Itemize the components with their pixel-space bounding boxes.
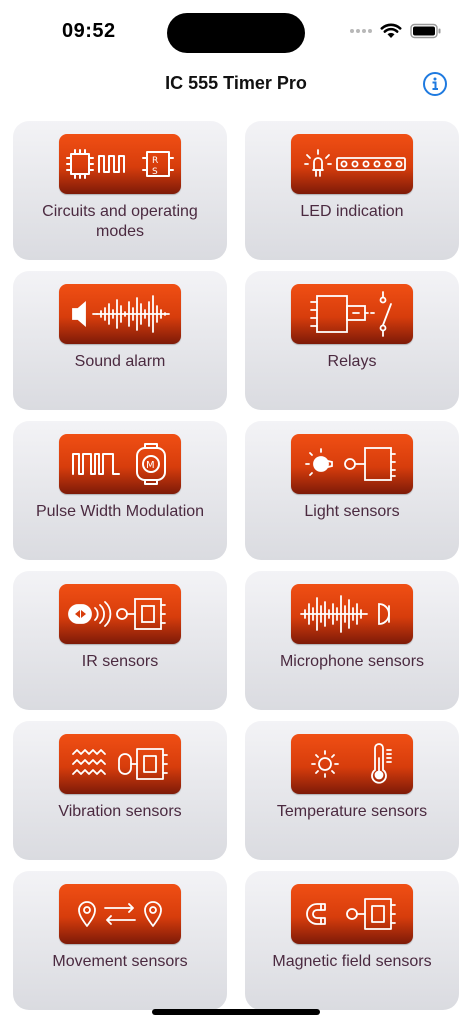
tile-pulse-width-modulation[interactable]: M Pulse Width Modulation <box>13 421 227 560</box>
tile-ir-sensors[interactable]: IR sensors <box>13 571 227 710</box>
tile-movement-sensors[interactable]: Movement sensors <box>13 871 227 1010</box>
speaker-wave-icon <box>59 284 181 344</box>
signal-dots-icon <box>350 29 372 33</box>
tile-label: IR sensors <box>81 653 159 670</box>
tile-label: Magnetic field sensors <box>272 953 432 970</box>
tile-label: Vibration sensors <box>58 803 182 820</box>
tile-label: Microphone sensors <box>279 653 425 670</box>
tile-label: Movement sensors <box>52 953 188 970</box>
movement-sensor-icon <box>59 884 181 944</box>
ir-sensor-icon <box>59 584 181 644</box>
tile-sound-alarm[interactable]: Sound alarm <box>13 271 227 410</box>
tile-label: Temperature sensors <box>276 803 428 820</box>
nav-bar: IC 555 Timer Pro <box>0 60 472 108</box>
tile-label: Relays <box>327 353 377 370</box>
tile-light-sensors[interactable]: Light sensors <box>245 421 459 560</box>
info-circle-icon[interactable] <box>422 71 448 97</box>
led-strip-icon <box>291 134 413 194</box>
battery-icon <box>410 23 441 39</box>
tile-vibration-sensors[interactable]: Vibration sensors <box>13 721 227 860</box>
tile-relays[interactable]: Relays <box>245 271 459 410</box>
microphone-sensor-icon <box>291 584 413 644</box>
tile-magnetic-field-sensors[interactable]: Magnetic field sensors <box>245 871 459 1010</box>
home-indicator[interactable] <box>152 1009 320 1015</box>
vibration-sensor-icon <box>59 734 181 794</box>
circuit-modes-icon: R S <box>59 134 181 194</box>
tile-led-indication[interactable]: LED indication <box>245 121 459 260</box>
tile-microphone-sensors[interactable]: Microphone sensors <box>245 571 459 710</box>
svg-text:R: R <box>152 156 158 166</box>
magnetic-sensor-icon <box>291 884 413 944</box>
relay-icon <box>291 284 413 344</box>
status-bar: 09:52 <box>0 0 472 60</box>
tile-label: Sound alarm <box>74 353 166 370</box>
tile-label: Light sensors <box>304 503 400 520</box>
svg-text:S: S <box>152 167 158 177</box>
tile-temperature-sensors[interactable]: Temperature sensors <box>245 721 459 860</box>
pwm-motor-icon: M <box>59 434 181 494</box>
wifi-icon <box>380 23 402 38</box>
svg-text:M: M <box>146 460 155 471</box>
tile-label: Circuits and operating modes <box>42 203 198 240</box>
temperature-sensor-icon <box>291 734 413 794</box>
tile-circuits[interactable]: R S Circuits and operating modes <box>13 121 227 260</box>
dynamic-island <box>167 13 305 53</box>
page-title: IC 555 Timer Pro <box>165 73 307 93</box>
tile-label: LED indication <box>300 203 404 220</box>
menu-grid: R S Circuits and operating modes LED ind… <box>13 121 459 1010</box>
status-icons <box>350 20 442 42</box>
status-time: 09:52 <box>62 20 116 42</box>
light-sensor-icon <box>291 434 413 494</box>
tile-label: Pulse Width Modulation <box>35 503 205 520</box>
